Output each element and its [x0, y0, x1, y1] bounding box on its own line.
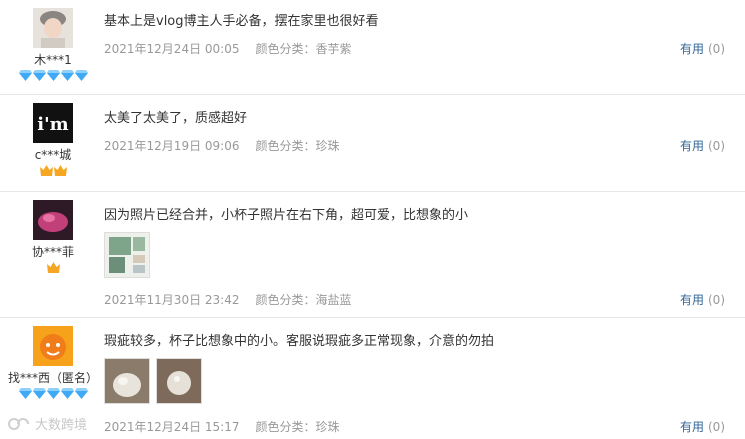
avatar[interactable]	[33, 8, 73, 48]
color-label: 颜色分类：	[255, 420, 316, 434]
review-text: 瑕疵较多，杯子比想象中的小。客服说瑕疵多正常现象，介意的勿拍	[104, 334, 495, 349]
diamond-icon	[18, 70, 32, 81]
review-meta: 2021年12月24日 00:05 颜色分类：香芋紫	[104, 40, 352, 57]
helpful-button[interactable]: 有用 (0)	[680, 291, 725, 308]
review-item: 木***1 基本上是vlog博主人手必备，摆在家里也很好看 2021年12月24…	[0, 0, 745, 95]
diamond-icon	[74, 388, 88, 399]
avatar[interactable]: i'm	[33, 103, 73, 143]
watermark: 大数跨境	[6, 414, 87, 433]
reputation-badges	[0, 165, 106, 179]
helpful-button[interactable]: 有用 (0)	[680, 40, 725, 57]
diamond-icon	[18, 388, 32, 399]
helpful-label: 有用	[679, 293, 704, 307]
reviewer-info: i'm c***城	[0, 95, 106, 179]
crown-icon	[53, 165, 67, 176]
helpful-label: 有用	[679, 139, 704, 153]
review-content: 基本上是vlog博主人手必备，摆在家里也很好看 2021年12月24日 00:0…	[104, 0, 745, 94]
color-value: 香芋紫	[315, 42, 352, 56]
diamond-icon	[60, 388, 74, 399]
review-photos	[104, 232, 150, 278]
review-content: 太美了太美了，质感超好 2021年12月19日 09:06 颜色分类：珍珠 有用 (…	[104, 95, 745, 191]
color-label: 颜色分类：	[255, 293, 316, 307]
helpful-button[interactable]: 有用 (0)	[680, 418, 725, 435]
diamond-icon	[46, 70, 60, 81]
diamond-icon	[60, 70, 74, 81]
review-date: 2021年11月30日 23:42	[104, 293, 240, 307]
review-meta: 2021年12月19日 09:06 颜色分类：珍珠	[104, 137, 340, 154]
review-meta: 2021年11月30日 23:42 颜色分类：海盐蓝	[104, 291, 352, 308]
reviewer-name: 找***西（匿名）	[7, 371, 98, 385]
diamond-icon	[32, 388, 46, 399]
diamond-icon	[46, 388, 60, 399]
review-meta: 2021年12月24日 15:17 颜色分类：珍珠	[104, 418, 340, 435]
helpful-count: (0)	[708, 139, 725, 153]
review-content: 因为照片已经合并，小杯子照片在右下角，超可爱，比想象的小 2021年11月30日…	[104, 192, 745, 317]
reviewer-name: c***城	[34, 148, 72, 162]
review-item: 协***菲 因为照片已经合并，小杯子照片在右下角，超可爱，比想象的小 2021年…	[0, 192, 745, 318]
helpful-label: 有用	[679, 42, 704, 56]
review-photos	[104, 358, 202, 404]
review-photo[interactable]	[104, 358, 150, 404]
helpful-count: (0)	[708, 42, 725, 56]
color-value: 海盐蓝	[315, 293, 352, 307]
helpful-count: (0)	[708, 420, 725, 434]
review-text: 因为照片已经合并，小杯子照片在右下角，超可爱，比想象的小	[104, 208, 469, 223]
avatar[interactable]	[33, 326, 73, 366]
review-text: 太美了太美了，质感超好	[104, 111, 248, 126]
watermark-text: 大数跨境	[35, 418, 88, 433]
avatar[interactable]	[33, 200, 73, 240]
helpful-count: (0)	[708, 293, 725, 307]
review-photo[interactable]	[156, 358, 202, 404]
avatar-text: i'm	[37, 114, 68, 135]
diamond-icon	[74, 70, 88, 81]
review-photo[interactable]	[104, 232, 150, 278]
reviewer-info: 找***西（匿名）	[0, 318, 106, 402]
review-item: 找***西（匿名） 瑕疵较多，杯子比想象中的小。客服说瑕疵多正常现象，介意的勿拍	[0, 318, 745, 439]
color-label: 颜色分类：	[255, 139, 316, 153]
reviewer-name: 协***菲	[31, 245, 74, 259]
review-text: 基本上是vlog博主人手必备，摆在家里也很好看	[104, 14, 379, 29]
crown-icon	[39, 165, 53, 176]
review-item: i'm c***城 太美了太美了，质感超好 2021年12月19日 09:06 颜…	[0, 95, 745, 192]
watermark-logo-icon	[8, 417, 29, 430]
color-label: 颜色分类：	[255, 42, 316, 56]
review-date: 2021年12月24日 00:05	[104, 42, 240, 56]
review-content: 瑕疵较多，杯子比想象中的小。客服说瑕疵多正常现象，介意的勿拍 2021年12月2…	[104, 318, 745, 439]
helpful-label: 有用	[679, 420, 704, 434]
reviewer-info: 协***菲	[0, 192, 106, 276]
color-value: 珍珠	[315, 420, 340, 434]
reviewer-info: 木***1	[0, 0, 106, 84]
review-date: 2021年12月19日 09:06	[104, 139, 240, 153]
helpful-button[interactable]: 有用 (0)	[680, 137, 725, 154]
reviewer-name: 木***1	[34, 53, 72, 67]
crown-icon	[46, 262, 60, 273]
reputation-badges	[0, 262, 106, 276]
diamond-icon	[32, 70, 46, 81]
review-date: 2021年12月24日 15:17	[104, 420, 240, 434]
reputation-badges	[0, 388, 106, 402]
reputation-badges	[0, 70, 106, 84]
color-value: 珍珠	[315, 139, 340, 153]
